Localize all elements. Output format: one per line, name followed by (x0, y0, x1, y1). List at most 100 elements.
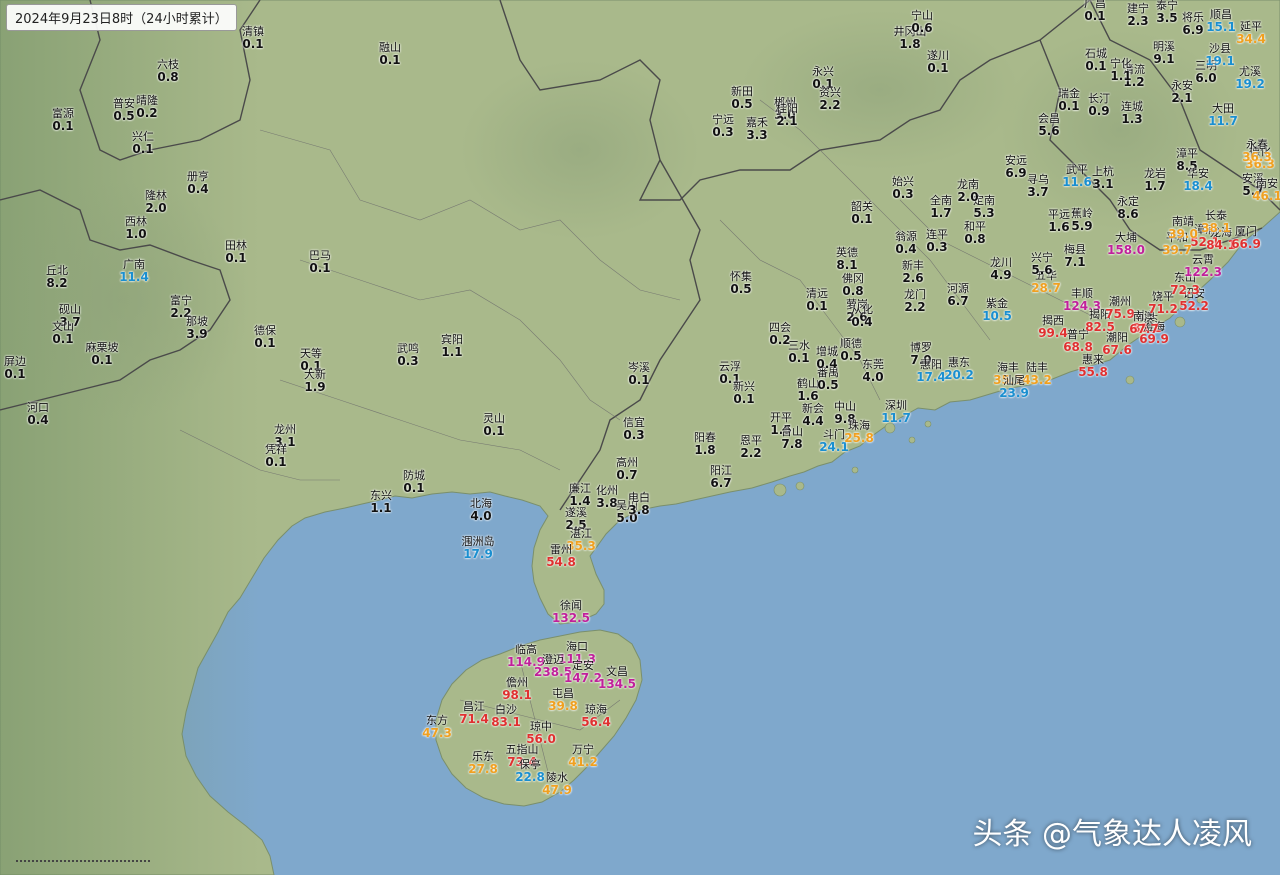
station-rainfall-value: 20.2 (944, 368, 974, 382)
station-rainfall-value: 52.2 (1179, 299, 1209, 313)
station-label: 永定 8.6 (1117, 195, 1139, 221)
station-label: 那坡 3.9 (186, 315, 208, 341)
station-rainfall-value: 4.0 (862, 370, 884, 384)
station-rainfall-value: 3.5 (1156, 11, 1178, 25)
station-rainfall-value: 23.9 (999, 386, 1029, 400)
station-label: 丘北 8.2 (46, 264, 68, 290)
station-label: 北海 4.0 (470, 497, 492, 523)
station-label: 连平 0.3 (926, 228, 948, 254)
station-rainfall-value: 1.8 (899, 37, 921, 51)
station-rainfall-value: 3.7 (1027, 185, 1049, 199)
station-rainfall-value: 2.1 (1171, 91, 1193, 105)
station-rainfall-value: 28.7 (1031, 281, 1061, 295)
station-label: 普安 0.5 (113, 97, 135, 123)
station-rainfall-value: 0.4 (895, 242, 917, 256)
station-label: 建宁 2.3 (1127, 2, 1149, 28)
station-label: 嘉禾 3.3 (746, 116, 768, 142)
station-label: 徐闻 132.5 (552, 599, 590, 625)
station-rainfall-value: 6.9 (1005, 166, 1027, 180)
station-rainfall-value: 55.8 (1078, 365, 1108, 379)
station-label: 白沙 83.1 (491, 703, 521, 729)
station-rainfall-value: 66.9 (1231, 237, 1261, 251)
station-label: 全南 1.7 (930, 194, 952, 220)
station-rainfall-value: 0.1 (242, 37, 264, 51)
station-rainfall-value: 27.8 (468, 762, 498, 776)
station-label: 顺昌 15.1 (1206, 8, 1236, 34)
station-rainfall-value: 38.1 (1201, 221, 1231, 235)
station-rainfall-value: 18.4 (1183, 179, 1213, 193)
station-rainfall-value: 3.3 (746, 128, 768, 142)
station-rainfall-value: 4.0 (470, 509, 492, 523)
station-label: 田林 0.1 (225, 239, 247, 265)
station-rainfall-value: 0.3 (892, 187, 914, 201)
station-label: 广南 11.4 (119, 258, 149, 284)
station-rainfall-value: 4.4 (802, 414, 824, 428)
station-rainfall-value: 2.6 (902, 271, 924, 285)
station-rainfall-value: 7.1 (1064, 255, 1086, 269)
station-rainfall-value: 22.8 (515, 770, 545, 784)
station-label: 明溪 9.1 (1153, 40, 1175, 66)
station-rainfall-value: 25.8 (844, 431, 874, 445)
station-rainfall-value: 1.3 (1121, 112, 1143, 126)
scale-bar (16, 860, 150, 865)
station-rainfall-value: 0.3 (926, 240, 948, 254)
station-rainfall-value: 0.1 (851, 212, 873, 226)
station-rainfall-value: 6.9 (1182, 23, 1204, 37)
station-rainfall-value: 11.7 (881, 411, 911, 425)
station-label: 鹤山 1.6 (797, 377, 819, 403)
station-rainfall-value: 1.6 (797, 389, 819, 403)
station-rainfall-value: 34.4 (1236, 32, 1266, 46)
station-label: 桂阳 2.1 (776, 102, 798, 128)
station-rainfall-value: 0.4 (851, 315, 873, 329)
station-rainfall-value: 2.0 (145, 201, 167, 215)
station-label: 德保 0.1 (254, 324, 276, 350)
station-label: 宁远 0.3 (712, 113, 734, 139)
station-label: 梅县 7.1 (1064, 243, 1086, 269)
station-rainfall-value: 0.3 (712, 125, 734, 139)
station-rainfall-value: 47.9 (542, 783, 572, 797)
station-label: 延平 34.4 (1236, 20, 1266, 46)
station-rainfall-value: 0.1 (927, 61, 949, 75)
station-rainfall-value: 0.1 (1058, 99, 1080, 113)
station-label: 石城 0.1 (1085, 47, 1107, 73)
station-label: 惠阳 17.4 (916, 358, 946, 384)
station-label: 西林 1.0 (125, 215, 147, 241)
station-label: 东方 47.3 (422, 714, 452, 740)
station-label: 兴宁 5.6 (1031, 251, 1053, 277)
station-rainfall-value: 0.1 (1084, 9, 1106, 23)
station-rainfall-value: 0.1 (806, 299, 828, 313)
station-label: 麻栗坡 0.1 (86, 341, 119, 367)
station-rainfall-value: 71.4 (459, 712, 489, 726)
station-label: 清远 0.1 (806, 287, 828, 313)
station-rainfall-value: 0.4 (27, 413, 49, 427)
station-rainfall-value: 3.8 (628, 503, 650, 517)
station-label: 阳春 1.8 (694, 431, 716, 457)
station-label: 灵山 0.1 (483, 412, 505, 438)
station-rainfall-value: 0.5 (730, 282, 752, 296)
station-rainfall-value: 147.2 (564, 671, 602, 685)
station-label: 泰宁 3.5 (1156, 0, 1178, 25)
station-rainfall-value: 2.0 (957, 190, 979, 204)
station-rainfall-value: 72.3 (1170, 283, 1200, 297)
station-rainfall-value: 122.3 (1184, 265, 1222, 279)
station-rainfall-value: 0.1 (628, 373, 650, 387)
station-rainfall-value: 7.8 (781, 437, 803, 451)
station-label: 顺德 0.5 (840, 337, 862, 363)
station-rainfall-value: 54.8 (546, 555, 576, 569)
station-label: 蕉岭 5.9 (1071, 207, 1093, 233)
station-label: 化州 3.8 (596, 484, 618, 510)
station-label: 隆林 2.0 (145, 189, 167, 215)
station-rainfall-value: 0.1 (309, 261, 331, 275)
station-rainfall-value: 0.1 (254, 336, 276, 350)
station-label: 文山 0.1 (52, 320, 74, 346)
station-rainfall-value: 56.4 (581, 715, 611, 729)
station-label: 屏边 0.1 (4, 355, 26, 381)
station-label: 宁山 0.6 (911, 9, 933, 35)
station-rainfall-value: 0.1 (132, 142, 154, 156)
station-rainfall-value: 0.1 (52, 119, 74, 133)
station-label: 会昌 5.6 (1038, 112, 1060, 138)
station-rainfall-value: 41.2 (568, 755, 598, 769)
station-rainfall-value: 0.1 (225, 251, 247, 265)
station-label: 清镇 0.1 (242, 25, 264, 51)
station-label: 将乐 6.9 (1182, 11, 1204, 37)
